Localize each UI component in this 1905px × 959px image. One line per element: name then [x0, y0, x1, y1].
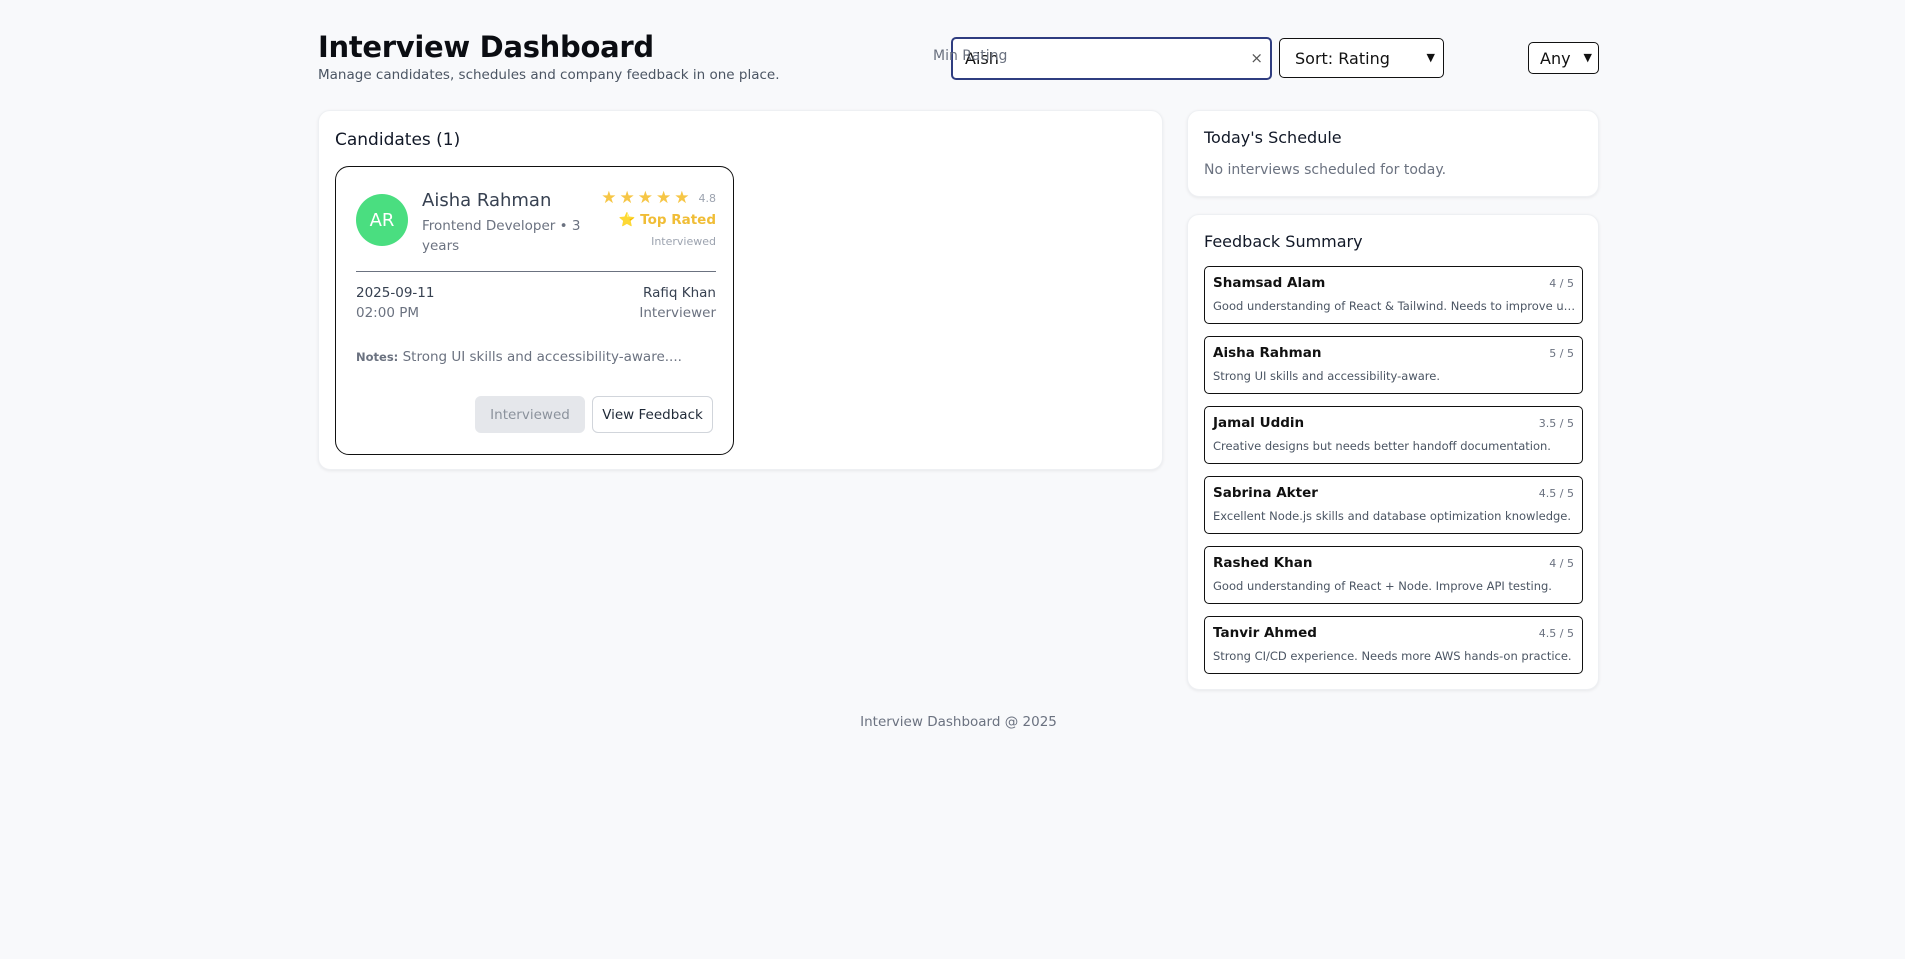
schedule-title: Today's Schedule	[1204, 128, 1342, 147]
feedback-item[interactable]: Sabrina Akter 4.5 / 5 Excellent Node.js …	[1204, 476, 1583, 534]
star-icon: ★	[656, 188, 672, 208]
status-label: Interviewed	[651, 235, 716, 248]
interviewed-button[interactable]: Interviewed	[475, 396, 585, 433]
sort-select[interactable]: Sort: Rating ▼	[1279, 38, 1444, 78]
schedule-empty-text: No interviews scheduled for today.	[1204, 162, 1447, 178]
feedback-title: Feedback Summary	[1204, 232, 1363, 251]
feedback-score: 4 / 5	[1549, 557, 1574, 570]
feedback-name: Shamsad Alam	[1213, 275, 1326, 291]
feedback-name: Tanvir Ahmed	[1213, 625, 1317, 641]
feedback-item[interactable]: Jamal Uddin 3.5 / 5 Creative designs but…	[1204, 406, 1583, 464]
min-rating-label: Min Rating	[933, 48, 1008, 64]
feedback-item[interactable]: Aisha Rahman 5 / 5 Strong UI skills and …	[1204, 336, 1583, 394]
feedback-score: 4 / 5	[1549, 277, 1574, 290]
feedback-text: Good understanding of React + Node. Impr…	[1213, 579, 1552, 593]
feedback-item[interactable]: Shamsad Alam 4 / 5 Good understanding of…	[1204, 266, 1583, 324]
interview-date: 2025-09-11	[356, 285, 435, 301]
star-icon: ★	[601, 188, 617, 208]
feedback-text: Good understanding of React & Tailwind. …	[1213, 299, 1576, 313]
interview-time: 02:00 PM	[356, 305, 419, 321]
view-feedback-button[interactable]: View Feedback	[592, 396, 713, 433]
feedback-score: 4.5 / 5	[1538, 487, 1574, 500]
chevron-down-icon: ▼	[1426, 51, 1435, 64]
candidate-card: AR Aisha Rahman Frontend Developer • 3 y…	[335, 166, 734, 455]
candidate-notes: Notes: Strong UI skills and accessibilit…	[356, 349, 682, 365]
feedback-panel: Feedback Summary Shamsad Alam 4 / 5 Good…	[1187, 214, 1599, 690]
toolbar: × Sort: Rating ▼ Min Rating Any ▼	[318, 37, 1599, 80]
feedback-name: Rashed Khan	[1213, 555, 1313, 571]
feedback-text: Creative designs but needs better handof…	[1213, 439, 1551, 453]
chevron-down-icon: ▼	[1583, 51, 1592, 64]
star-icon: ★	[619, 188, 635, 208]
feedback-score: 3.5 / 5	[1538, 417, 1574, 430]
feedback-name: Aisha Rahman	[1213, 345, 1322, 361]
candidate-role: Frontend Developer • 3 years	[422, 218, 581, 254]
candidates-title: Candidates (1)	[335, 130, 461, 150]
feedback-item[interactable]: Tanvir Ahmed 4.5 / 5 Strong CI/CD experi…	[1204, 616, 1583, 674]
close-icon[interactable]: ×	[1250, 49, 1263, 67]
footer: Interview Dashboard @ 2025	[860, 714, 1057, 730]
notes-text: Strong UI skills and accessibility-aware…	[402, 349, 682, 365]
interviewer-name: Rafiq Khan	[643, 285, 716, 301]
interviewer-label: Interviewer	[639, 305, 716, 321]
notes-label: Notes:	[356, 350, 399, 364]
feedback-text: Strong CI/CD experience. Needs more AWS …	[1213, 649, 1572, 663]
feedback-name: Jamal Uddin	[1213, 415, 1305, 431]
feedback-text: Excellent Node.js skills and database op…	[1213, 509, 1572, 523]
star-icon: ★	[674, 188, 690, 208]
candidates-panel: Candidates (1) AR Aisha Rahman Frontend …	[318, 110, 1163, 470]
min-rating-value: Any	[1540, 48, 1571, 68]
feedback-score: 4.5 / 5	[1538, 627, 1574, 640]
star-icon: ★	[637, 188, 653, 208]
avatar: AR	[356, 194, 408, 246]
feedback-text: Strong UI skills and accessibility-aware…	[1213, 369, 1441, 383]
top-rated-badge: ⭐ Top Rated	[618, 212, 716, 228]
star-rating: ★ ★ ★ ★ ★ 4.8	[598, 189, 716, 207]
feedback-score: 5 / 5	[1549, 347, 1574, 360]
schedule-panel: Today's Schedule No interviews scheduled…	[1187, 110, 1599, 197]
divider	[356, 271, 716, 272]
feedback-item[interactable]: Rashed Khan 4 / 5 Good understanding of …	[1204, 546, 1583, 604]
min-rating-select[interactable]: Any ▼	[1528, 42, 1599, 74]
rating-value: 4.8	[698, 191, 717, 205]
sort-select-value: Sort: Rating	[1295, 48, 1390, 68]
feedback-name: Sabrina Akter	[1213, 485, 1318, 501]
candidate-name: Aisha Rahman	[422, 190, 552, 211]
